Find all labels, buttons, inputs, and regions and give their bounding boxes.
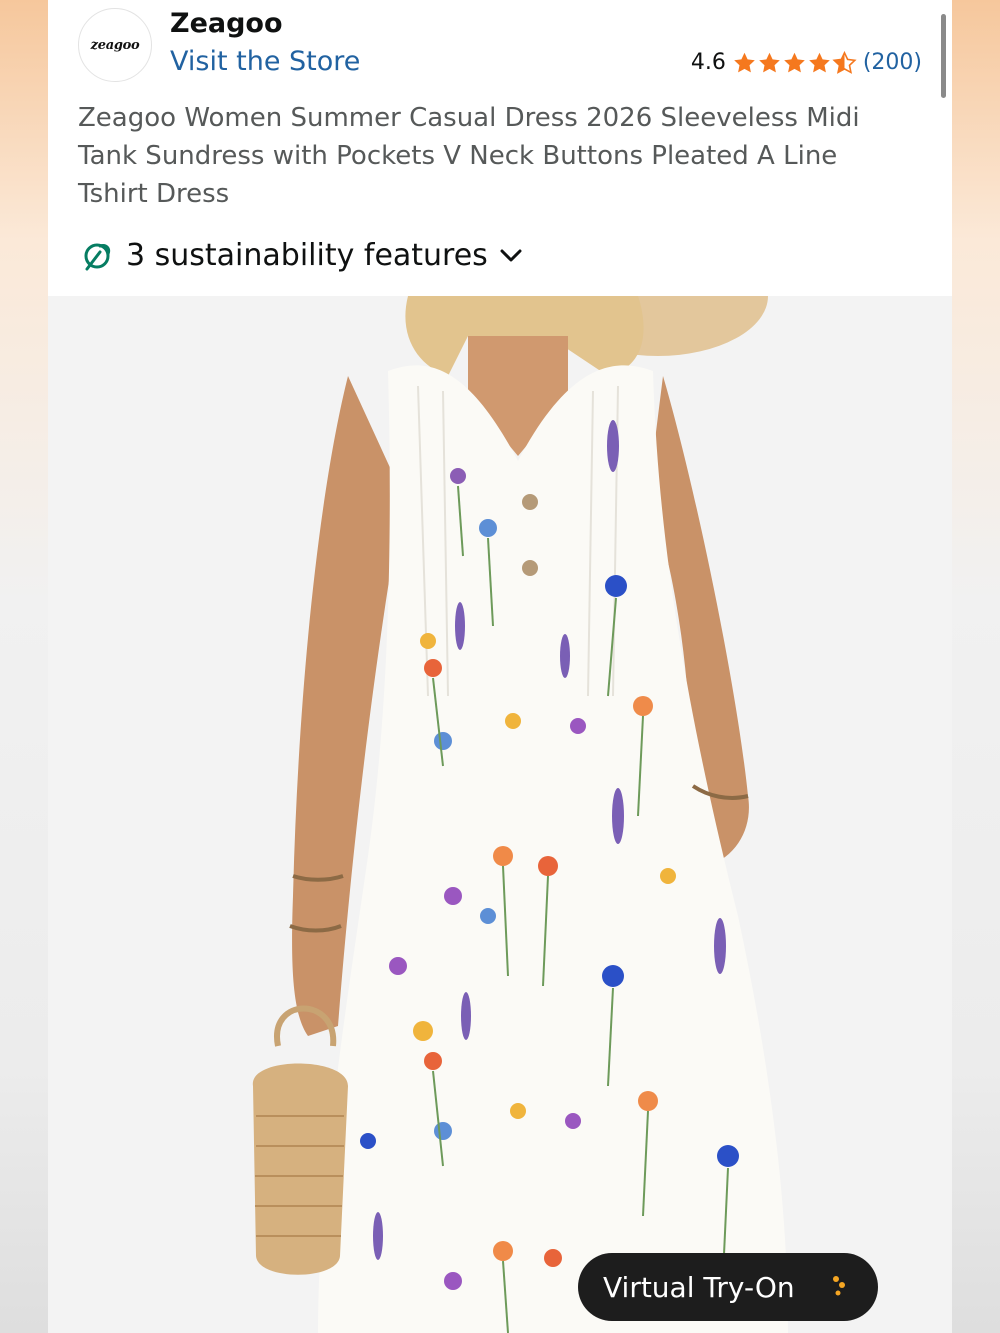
brand-logo-text: zeagoo — [90, 37, 140, 53]
star-icon — [784, 52, 805, 72]
star-icon — [809, 52, 830, 72]
chevron-down-icon — [500, 249, 522, 261]
product-photo-illustration — [48, 296, 952, 1333]
half-star-icon — [832, 50, 857, 74]
product-title-line: Tank Sundress with Pockets V Neck Button… — [78, 141, 838, 171]
brand-name[interactable]: Zeagoo — [170, 8, 283, 39]
right-background — [952, 0, 1000, 1333]
scrollbar[interactable] — [941, 14, 946, 98]
sparkle-icon — [833, 1276, 845, 1296]
rating-value: 4.6 — [690, 50, 726, 75]
visit-store-link[interactable]: Visit the Store — [170, 46, 360, 77]
product-title-line: Tshirt Dress — [78, 179, 230, 209]
left-background — [0, 0, 48, 1333]
product-image[interactable] — [48, 296, 952, 1333]
star-icon — [759, 52, 780, 72]
product-header: zeagoo Zeagoo Visit the Store 4.6 (200) … — [48, 0, 952, 296]
product-title: Zeagoo Women Summer Casual Dress 2026 Sl… — [78, 99, 908, 213]
star-rating — [732, 50, 857, 75]
rating-summary[interactable]: 4.6 (200) — [691, 50, 922, 75]
product-panel: zeagoo Zeagoo Visit the Store 4.6 (200) … — [48, 0, 952, 1333]
star-icon — [734, 52, 755, 72]
rating-count[interactable]: (200) — [863, 50, 922, 75]
brand-logo[interactable]: zeagoo — [78, 8, 152, 82]
virtual-try-on-label: Virtual Try-On — [603, 1270, 795, 1304]
virtual-try-on-button[interactable]: Virtual Try-On — [578, 1253, 878, 1321]
sustainability-features-toggle[interactable]: 3 sustainability features — [82, 238, 522, 273]
product-title-line: Zeagoo Women Summer Casual Dress 2026 Sl… — [78, 103, 860, 133]
sustainability-label: 3 sustainability features — [126, 238, 488, 273]
leaf-icon — [84, 243, 111, 270]
